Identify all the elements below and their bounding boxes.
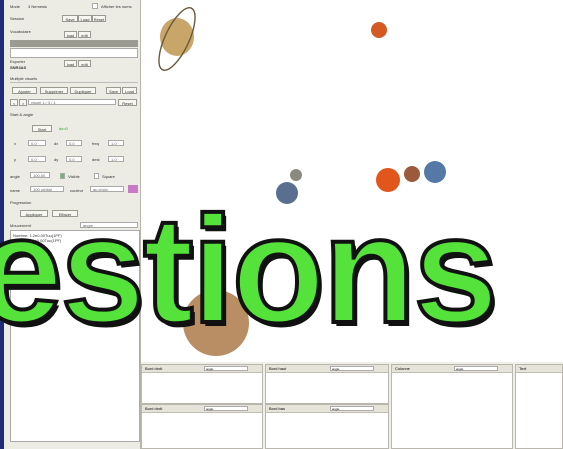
mercury-icon[interactable]: [290, 169, 302, 181]
field-freq-label: freq: [92, 141, 99, 146]
apply-button[interactable]: Appliquer: [20, 210, 48, 217]
bottom-panels: Bord droit angle Bord haut angle Colonne…: [141, 362, 563, 449]
name-select[interactable]: 100 orbital: [30, 186, 64, 192]
panel-bord-bas: Bord bas angle: [265, 404, 389, 449]
visible-checkbox[interactable]: [60, 173, 65, 179]
divider: [10, 82, 138, 83]
panel-bord-haut: Bord haut angle: [265, 364, 389, 404]
color-label: couleur: [70, 188, 84, 193]
venus-icon[interactable]: [404, 166, 420, 182]
panel-select[interactable]: angle: [454, 366, 498, 371]
session-save-button[interactable]: Save: [62, 15, 78, 22]
next-button[interactable]: >: [19, 99, 27, 106]
field-freq-input[interactable]: 1.0: [108, 140, 124, 146]
angle-label: angle: [10, 174, 20, 179]
mode-label: Mode: [10, 4, 21, 9]
delete-visual-button[interactable]: Supprimer: [40, 87, 68, 94]
name-label: name: [10, 188, 21, 193]
prev-button[interactable]: <: [10, 99, 18, 106]
progression-label: Progression: [10, 200, 32, 205]
exporter-edit-button[interactable]: edit: [78, 60, 91, 67]
vocabulary-field[interactable]: [10, 48, 138, 58]
vocabulary-bar: [10, 40, 138, 47]
multiple-label: Multiple visuels: [10, 76, 38, 81]
duplicate-visual-button[interactable]: Dupliquer: [70, 87, 96, 94]
save-visual-button[interactable]: Save: [106, 87, 121, 94]
field-y-label: y: [14, 157, 16, 162]
exporter-value: SNR3AS: [10, 65, 27, 70]
square-label: Square: [102, 174, 115, 179]
color-swatch[interactable]: [128, 185, 138, 193]
add-visual-button[interactable]: Ajouter: [12, 87, 37, 94]
field-y-input[interactable]: 0.0: [28, 156, 46, 162]
log-line: angle: angle=0: [13, 243, 40, 248]
planet-layer: [152, 3, 446, 356]
panel-bord-droit-2: Bord droit angle: [141, 404, 263, 449]
field-dy-input[interactable]: 0.0: [66, 156, 82, 162]
saturn-icon[interactable]: [152, 3, 202, 75]
load-visual-button[interactable]: Load: [122, 87, 137, 94]
field-dy-label: dy: [54, 157, 59, 162]
panel-select[interactable]: angle: [204, 366, 248, 371]
control-panel: Mode 3 Nemesis Afficher les noms Session…: [4, 0, 141, 449]
panel-select[interactable]: angle: [330, 366, 374, 371]
mars-right-icon[interactable]: [376, 168, 400, 192]
mode-value: 3 Nemesis: [28, 4, 47, 9]
panel-select[interactable]: angle: [330, 406, 374, 411]
exporter-load-button[interactable]: load: [64, 60, 77, 67]
planet-canvas[interactable]: [141, 0, 563, 362]
panel-select[interactable]: angle: [204, 406, 248, 411]
panel-title: Text: [516, 365, 562, 373]
exporter-label: Exporter: [10, 59, 26, 64]
mouvement-select[interactable]: angle: [80, 222, 138, 228]
show-names-checkbox[interactable]: [92, 3, 98, 9]
clear-button[interactable]: Effacer: [52, 210, 78, 217]
field-x-label: x: [14, 141, 16, 146]
reset-button[interactable]: Reset: [118, 99, 137, 106]
start-status: dx=0: [59, 126, 68, 131]
field-dx-label: dx: [54, 141, 59, 146]
start-label: Start & angle: [10, 112, 34, 117]
earth-right-icon[interactable]: [424, 161, 446, 183]
session-label: Session: [10, 16, 25, 21]
session-load-button[interactable]: Load: [78, 15, 92, 22]
earth-left-icon[interactable]: [276, 182, 298, 204]
panel-colonne: Colonne angle: [391, 364, 513, 449]
color-select[interactable]: au choix: [90, 186, 124, 192]
session-reset-button[interactable]: Reset: [92, 15, 106, 22]
panel-text: Text: [515, 364, 563, 449]
show-names-label: Afficher les noms: [101, 4, 132, 9]
mouvement-label: Mouvement: [10, 223, 31, 228]
mars-top-icon[interactable]: [371, 22, 387, 38]
angle-input[interactable]: 100.00: [30, 172, 50, 178]
vocab-edit-button[interactable]: edit: [78, 31, 91, 38]
jupiter-icon[interactable]: [183, 290, 249, 356]
vocabulary-label: Vocabulaire: [10, 29, 31, 34]
visible-label: Visible: [68, 174, 80, 179]
field-dest-input[interactable]: 1.0: [108, 156, 124, 162]
square-checkbox[interactable]: [94, 173, 99, 179]
vocab-load-button[interactable]: load: [64, 31, 77, 38]
field-dx-input[interactable]: 0.0: [66, 140, 82, 146]
visual-select[interactable]: visuel 1 / 3 / 1: [28, 99, 116, 105]
field-x-input[interactable]: 0.0: [28, 140, 46, 146]
start-button[interactable]: Start: [32, 125, 52, 132]
panel-bord-droit: Bord droit angle: [141, 364, 263, 404]
field-dest-label: dest: [92, 157, 100, 162]
log-area[interactable]: Nombre: 1.2e0.00Tuu(1PF) Ampleur 1.2e0.0…: [10, 230, 140, 442]
